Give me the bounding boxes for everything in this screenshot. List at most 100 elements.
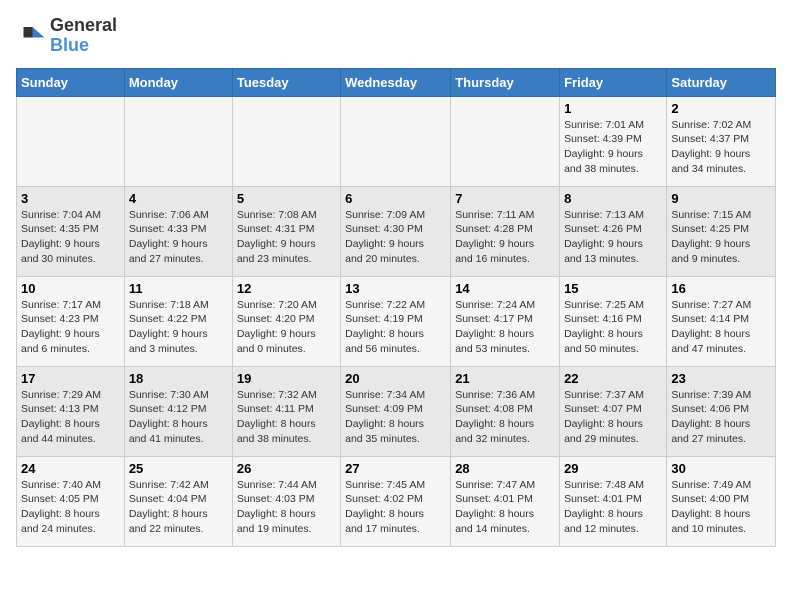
day-number: 17: [21, 371, 120, 386]
day-number: 26: [237, 461, 336, 476]
day-info: Sunrise: 7:32 AM Sunset: 4:11 PM Dayligh…: [237, 388, 336, 447]
calendar-cell: 14Sunrise: 7:24 AM Sunset: 4:17 PM Dayli…: [451, 276, 560, 366]
calendar-week-row: 17 Sunrise: 7:29 AM Sunset: 4:13 PM Dayli…: [17, 366, 776, 456]
calendar-header-row: SundayMondayTuesdayWednesdayThursdayFrid…: [17, 68, 776, 96]
day-number: 20: [345, 371, 446, 386]
day-info: Sunrise: 7:25 AM Sunset: 4:16 PM Dayligh…: [564, 298, 662, 357]
logo-icon: [16, 21, 46, 51]
day-info: Sunrise: 7:29 AM Sunset: 4:13 PM Dayligh…: [21, 388, 120, 447]
calendar-header-monday: Monday: [124, 68, 232, 96]
calendar-cell: 13 Sunrise: 7:22 AM Sunset: 4:19 PM Dayli…: [341, 276, 451, 366]
day-info: Sunrise: 7:04 AM Sunset: 4:35 PM Dayligh…: [21, 208, 120, 267]
day-number: 29: [564, 461, 662, 476]
day-info: Sunrise: 7:44 AM Sunset: 4:03 PM Dayligh…: [237, 478, 336, 537]
calendar-cell: 30 Sunrise: 7:49 AM Sunset: 4:00 PM Dayli…: [667, 456, 776, 546]
day-info: Sunrise: 7:13 AM Sunset: 4:26 PM Dayligh…: [564, 208, 662, 267]
day-info: Sunrise: 7:49 AM Sunset: 4:00 PM Dayligh…: [671, 478, 771, 537]
calendar-week-row: 1Sunrise: 7:01 AM Sunset: 4:39 PM Daylig…: [17, 96, 776, 186]
logo: General Blue: [16, 16, 117, 56]
calendar-week-row: 10 Sunrise: 7:17 AM Sunset: 4:23 PM Dayli…: [17, 276, 776, 366]
calendar-cell: 2 Sunrise: 7:02 AM Sunset: 4:37 PM Daylig…: [667, 96, 776, 186]
calendar-cell: [341, 96, 451, 186]
day-number: 19: [237, 371, 336, 386]
day-info: Sunrise: 7:30 AM Sunset: 4:12 PM Dayligh…: [129, 388, 228, 447]
calendar-cell: 16 Sunrise: 7:27 AM Sunset: 4:14 PM Dayli…: [667, 276, 776, 366]
calendar-cell: 19 Sunrise: 7:32 AM Sunset: 4:11 PM Dayli…: [232, 366, 340, 456]
day-number: 5: [237, 191, 336, 206]
day-info: Sunrise: 7:17 AM Sunset: 4:23 PM Dayligh…: [21, 298, 120, 357]
calendar-header-sunday: Sunday: [17, 68, 125, 96]
calendar-header-friday: Friday: [560, 68, 667, 96]
calendar-cell: 3 Sunrise: 7:04 AM Sunset: 4:35 PM Daylig…: [17, 186, 125, 276]
calendar-header-thursday: Thursday: [451, 68, 560, 96]
day-number: 6: [345, 191, 446, 206]
day-number: 30: [671, 461, 771, 476]
logo-text: General Blue: [50, 16, 117, 56]
day-number: 7: [455, 191, 555, 206]
calendar-cell: 22 Sunrise: 7:37 AM Sunset: 4:07 PM Dayli…: [560, 366, 667, 456]
day-number: 24: [21, 461, 120, 476]
calendar-body: 1Sunrise: 7:01 AM Sunset: 4:39 PM Daylig…: [17, 96, 776, 546]
calendar-cell: [232, 96, 340, 186]
day-info: Sunrise: 7:20 AM Sunset: 4:20 PM Dayligh…: [237, 298, 336, 357]
day-number: 18: [129, 371, 228, 386]
day-number: 3: [21, 191, 120, 206]
calendar-cell: 6 Sunrise: 7:09 AM Sunset: 4:30 PM Daylig…: [341, 186, 451, 276]
day-info: Sunrise: 7:27 AM Sunset: 4:14 PM Dayligh…: [671, 298, 771, 357]
day-info: Sunrise: 7:36 AM Sunset: 4:08 PM Dayligh…: [455, 388, 555, 447]
page-header: General Blue: [16, 16, 776, 56]
calendar-cell: 5 Sunrise: 7:08 AM Sunset: 4:31 PM Daylig…: [232, 186, 340, 276]
day-number: 2: [671, 101, 771, 116]
day-info: Sunrise: 7:02 AM Sunset: 4:37 PM Dayligh…: [671, 118, 771, 177]
calendar-header-tuesday: Tuesday: [232, 68, 340, 96]
day-number: 21: [455, 371, 555, 386]
day-number: 4: [129, 191, 228, 206]
calendar-cell: 1Sunrise: 7:01 AM Sunset: 4:39 PM Daylig…: [560, 96, 667, 186]
day-info: Sunrise: 7:09 AM Sunset: 4:30 PM Dayligh…: [345, 208, 446, 267]
calendar-cell: 20 Sunrise: 7:34 AM Sunset: 4:09 PM Dayli…: [341, 366, 451, 456]
calendar-header-wednesday: Wednesday: [341, 68, 451, 96]
day-number: 13: [345, 281, 446, 296]
calendar-cell: 26 Sunrise: 7:44 AM Sunset: 4:03 PM Dayli…: [232, 456, 340, 546]
calendar-cell: 21 Sunrise: 7:36 AM Sunset: 4:08 PM Dayli…: [451, 366, 560, 456]
day-number: 9: [671, 191, 771, 206]
calendar-cell: 27Sunrise: 7:45 AM Sunset: 4:02 PM Dayli…: [341, 456, 451, 546]
day-info: Sunrise: 7:42 AM Sunset: 4:04 PM Dayligh…: [129, 478, 228, 537]
calendar-cell: 10 Sunrise: 7:17 AM Sunset: 4:23 PM Dayli…: [17, 276, 125, 366]
day-info: Sunrise: 7:22 AM Sunset: 4:19 PM Dayligh…: [345, 298, 446, 357]
calendar-cell: 15 Sunrise: 7:25 AM Sunset: 4:16 PM Dayli…: [560, 276, 667, 366]
day-number: 15: [564, 281, 662, 296]
day-number: 11: [129, 281, 228, 296]
day-info: Sunrise: 7:45 AM Sunset: 4:02 PM Dayligh…: [345, 478, 446, 537]
calendar-cell: 17 Sunrise: 7:29 AM Sunset: 4:13 PM Dayli…: [17, 366, 125, 456]
calendar-header-saturday: Saturday: [667, 68, 776, 96]
calendar-table: SundayMondayTuesdayWednesdayThursdayFrid…: [16, 68, 776, 547]
calendar-cell: 25Sunrise: 7:42 AM Sunset: 4:04 PM Dayli…: [124, 456, 232, 546]
day-info: Sunrise: 7:34 AM Sunset: 4:09 PM Dayligh…: [345, 388, 446, 447]
calendar-cell: 29Sunrise: 7:48 AM Sunset: 4:01 PM Dayli…: [560, 456, 667, 546]
calendar-cell: [124, 96, 232, 186]
calendar-cell: 11Sunrise: 7:18 AM Sunset: 4:22 PM Dayli…: [124, 276, 232, 366]
calendar-cell: 9 Sunrise: 7:15 AM Sunset: 4:25 PM Daylig…: [667, 186, 776, 276]
day-info: Sunrise: 7:06 AM Sunset: 4:33 PM Dayligh…: [129, 208, 228, 267]
calendar-week-row: 24Sunrise: 7:40 AM Sunset: 4:05 PM Dayli…: [17, 456, 776, 546]
day-info: Sunrise: 7:08 AM Sunset: 4:31 PM Dayligh…: [237, 208, 336, 267]
calendar-cell: 12 Sunrise: 7:20 AM Sunset: 4:20 PM Dayli…: [232, 276, 340, 366]
calendar-cell: 8 Sunrise: 7:13 AM Sunset: 4:26 PM Daylig…: [560, 186, 667, 276]
day-number: 16: [671, 281, 771, 296]
day-number: 28: [455, 461, 555, 476]
calendar-week-row: 3 Sunrise: 7:04 AM Sunset: 4:35 PM Daylig…: [17, 186, 776, 276]
day-number: 12: [237, 281, 336, 296]
day-number: 14: [455, 281, 555, 296]
calendar-cell: 24Sunrise: 7:40 AM Sunset: 4:05 PM Dayli…: [17, 456, 125, 546]
day-number: 10: [21, 281, 120, 296]
day-number: 22: [564, 371, 662, 386]
calendar-cell: 23Sunrise: 7:39 AM Sunset: 4:06 PM Dayli…: [667, 366, 776, 456]
day-info: Sunrise: 7:15 AM Sunset: 4:25 PM Dayligh…: [671, 208, 771, 267]
day-number: 23: [671, 371, 771, 386]
day-number: 8: [564, 191, 662, 206]
calendar-cell: [451, 96, 560, 186]
day-info: Sunrise: 7:11 AM Sunset: 4:28 PM Dayligh…: [455, 208, 555, 267]
calendar-cell: [17, 96, 125, 186]
day-info: Sunrise: 7:37 AM Sunset: 4:07 PM Dayligh…: [564, 388, 662, 447]
